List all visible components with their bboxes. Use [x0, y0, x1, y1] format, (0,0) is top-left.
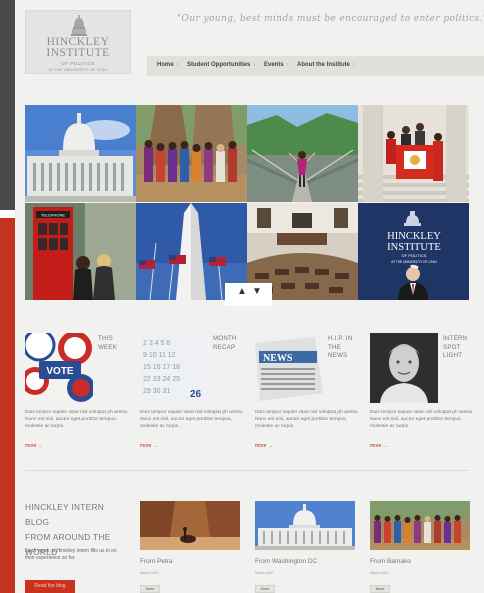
svg-text:15 16 17 18: 15 16 17 18 — [143, 364, 180, 371]
chevron-right-icon: › — [253, 62, 256, 68]
more-link[interactable]: more → — [370, 443, 388, 449]
label-line: INTERN — [443, 335, 468, 342]
poster-line-2: INSTITUTE — [387, 242, 441, 253]
photo-bridge[interactable] — [247, 105, 358, 202]
feature-thumb-vote-buttons[interactable]: VOTE — [25, 333, 93, 403]
capitol-dome-icon — [71, 15, 87, 36]
logo-line-4: AT THE UNIVERSITY OF UTAH — [48, 68, 108, 72]
nav-item-home[interactable]: Home › — [157, 62, 179, 68]
post-title[interactable]: From Washington DC — [255, 558, 317, 565]
blog-title-line: HINCKLEY INTERN BLOG — [25, 502, 105, 527]
section-divider — [25, 470, 469, 471]
photo-institute-speaker[interactable]: HINCKLEY INSTITUTE OF POLITICS AT THE UN… — [358, 203, 469, 300]
news-text: NEWS — [263, 353, 293, 364]
chevron-right-icon: › — [176, 62, 179, 68]
telephone-sign-text: TELEPHONE — [41, 213, 66, 218]
photo-group-baobab[interactable] — [136, 105, 247, 202]
feature-label: INTERN SPOT LIGHT — [443, 335, 473, 361]
svg-text:26: 26 — [190, 389, 202, 400]
post-more-button[interactable]: More — [255, 585, 275, 593]
svg-text:9 10 11 12: 9 10 11 12 — [143, 352, 176, 359]
vote-text: VOTE — [46, 366, 74, 377]
feature-description: Duis tempor sapien vitae nisl volutpat p… — [140, 410, 244, 429]
post-image-washington[interactable] — [255, 501, 355, 550]
nav-item-events[interactable]: Events › — [264, 62, 289, 68]
chevron-up-icon[interactable]: ▲ — [237, 286, 247, 297]
nav-item-student-opportunities[interactable]: Student Opportunities › — [187, 62, 255, 68]
more-link[interactable]: more → — [255, 443, 273, 449]
post-image-petra[interactable] — [140, 501, 240, 550]
read-blog-button[interactable]: Read the blog — [25, 580, 75, 593]
slider-controls: ▲ ▼ — [225, 283, 272, 306]
nav-item-label: Events — [264, 62, 284, 68]
feature-thumb-calendar[interactable]: 2 3 4 5 6 9 10 11 12 15 16 17 18 22 23 24 … — [140, 333, 208, 403]
nav-item-about[interactable]: About the Institute › — [297, 62, 355, 68]
post-date: March 2010 — [255, 571, 274, 575]
poster-line-1: HINCKLEY — [387, 231, 441, 242]
post-date: March 2010 — [370, 571, 389, 575]
poster-line-4: AT THE UNIVERSITY OF UTAH — [391, 260, 437, 264]
post-more-button[interactable]: More — [140, 585, 160, 593]
site-logo[interactable]: HINCKLEY INSTITUTE OF POLITICS AT THE UN… — [25, 10, 131, 74]
label-line: WEEK — [98, 343, 118, 351]
label-line: LIGHT — [443, 352, 463, 359]
page: HINCKLEY INSTITUTE OF POLITICS AT THE UN… — [15, 0, 484, 593]
logo-line-2: INSTITUTE — [46, 47, 110, 59]
blog-description: Each week, a Hinckley intern fills us in… — [25, 548, 117, 561]
nav-item-label: Home — [157, 62, 174, 68]
label-line: THIS — [98, 335, 113, 342]
feature-label: THIS WEEK — [98, 335, 128, 352]
label-line: THE — [328, 343, 341, 351]
post-title[interactable]: From Petra — [140, 558, 173, 565]
post-title[interactable]: From Bamako — [370, 558, 411, 565]
svg-text:22 23 24 25: 22 23 24 25 — [143, 376, 180, 383]
feature-description: Duis tempor sapien vitae nisl volutpat p… — [255, 410, 359, 429]
post-image-bamako[interactable] — [370, 501, 470, 550]
blog-title-line: FROM AROUND THE — [25, 532, 111, 542]
feature-thumb-portrait[interactable] — [370, 333, 438, 403]
photo-flag-stairs[interactable] — [358, 105, 469, 202]
more-link[interactable]: more → — [140, 443, 158, 449]
left-accent-bar — [0, 218, 15, 593]
nav-item-label: Student Opportunities — [187, 62, 251, 68]
poster-line-3: OF POLITICS — [402, 253, 427, 258]
logo-line-3: OF POLITICS — [61, 61, 95, 66]
feature-description: Duis tempor sapien vitae nisl volutpat p… — [25, 410, 129, 429]
left-dark-bar — [0, 0, 15, 210]
label-line: H.I.P. IN — [328, 335, 353, 342]
feature-label: MONTH RECAP — [213, 335, 243, 352]
svg-text:29 30 31: 29 30 31 — [143, 388, 170, 395]
main-nav: Home › Student Opportunities › Events › Abo… — [147, 56, 484, 76]
label-line: NEWS — [328, 352, 348, 359]
post-more-button[interactable]: More — [370, 585, 390, 593]
chevron-right-icon: › — [353, 62, 355, 68]
header-quote: "Our young, best minds must be encourage… — [177, 14, 484, 24]
nav-item-label: About the Institute — [297, 62, 350, 68]
feature-thumb-newspaper[interactable]: NEWS — [255, 333, 323, 403]
more-link[interactable]: more → — [25, 443, 43, 449]
label-line: MONTH — [213, 335, 237, 342]
chevron-right-icon: › — [286, 62, 289, 68]
post-date: March 2010 — [140, 571, 159, 575]
feature-label: H.I.P. IN THE NEWS — [328, 335, 358, 361]
photo-capitol[interactable] — [25, 105, 136, 202]
photo-telephone-booth[interactable]: TELEPHONE — [25, 203, 136, 300]
svg-text:2 3 4 5 6: 2 3 4 5 6 — [143, 340, 170, 347]
feature-description: Duis tempor sapien vitae nisl volutpat p… — [370, 410, 474, 429]
label-line: RECAP — [213, 343, 236, 351]
chevron-down-icon[interactable]: ▼ — [252, 286, 262, 297]
photo-grid: TELEPHONE HINCKLEY INSTITUTE OF POLITICS… — [25, 105, 469, 300]
label-line: SPOT — [443, 343, 461, 351]
